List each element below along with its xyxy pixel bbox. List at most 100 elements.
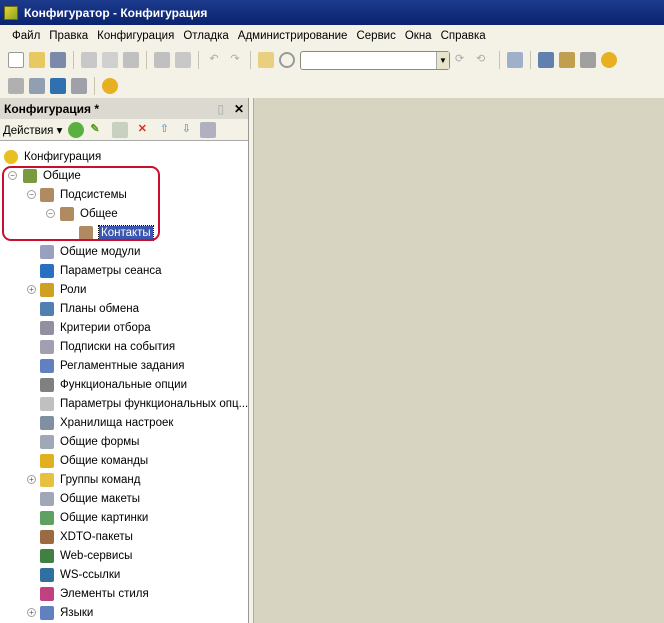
tree-item[interactable]: Подписки на события — [40, 337, 175, 356]
tree-item-icon — [40, 244, 54, 259]
tree-item[interactable]: Хранилища настроек — [40, 413, 173, 432]
new-icon[interactable] — [8, 52, 24, 68]
print-icon[interactable] — [154, 52, 170, 68]
tree-item-icon — [40, 491, 54, 506]
separator — [250, 51, 251, 69]
menu-service[interactable]: Сервис — [356, 30, 395, 42]
tree-item-label: Общие макеты — [60, 492, 141, 505]
menu-configuration[interactable]: Конфигурация — [97, 30, 174, 42]
tree-item-label: Конфигурация — [24, 150, 102, 163]
start-debug-icon[interactable] — [102, 78, 118, 94]
paste-icon[interactable] — [123, 52, 139, 68]
find-in-tree-icon[interactable] — [258, 52, 274, 68]
expand-toggle[interactable]: + — [27, 608, 36, 617]
move-up-icon[interactable]: ⇧ — [156, 122, 172, 138]
add-icon[interactable] — [68, 121, 85, 138]
actions-menu[interactable]: Действия ▾ — [3, 123, 62, 137]
properties-icon[interactable] — [71, 78, 87, 94]
search-icon[interactable] — [279, 52, 295, 68]
pin-icon[interactable]: ▯ — [217, 102, 224, 116]
menu-file[interactable]: Файл — [12, 30, 40, 42]
tree-item[interactable]: WS-ссылки — [40, 565, 120, 584]
preview-icon[interactable] — [175, 52, 191, 68]
title-bar: Конфигуратор - Конфигурация — [0, 0, 664, 25]
tree-item[interactable]: Языки — [40, 603, 93, 622]
tree-item[interactable]: Критерии отбора — [40, 318, 151, 337]
open-icon[interactable] — [29, 52, 45, 68]
menu-edit[interactable]: Правка — [49, 30, 88, 42]
tree-item-icon — [40, 472, 54, 487]
search-input[interactable]: ▼ — [300, 50, 450, 70]
open-config-icon[interactable] — [29, 78, 45, 94]
tree-item[interactable]: Общие модули — [40, 242, 140, 261]
app-icon — [4, 5, 18, 20]
cut-icon[interactable] — [81, 52, 97, 68]
tree-item-label: Общие картинки — [60, 511, 149, 524]
undo-icon[interactable]: ↶ — [206, 52, 222, 68]
tree-item-label: Планы обмена — [60, 302, 139, 315]
move-down-icon[interactable]: ⇩ — [178, 122, 194, 138]
edit-icon[interactable]: ✎ — [90, 122, 106, 138]
tree-item[interactable]: Параметры функциональных опц... — [40, 394, 248, 413]
syntax-helper-icon[interactable] — [580, 52, 596, 68]
tree-item[interactable]: Роли — [40, 280, 86, 299]
menu-administration[interactable]: Администрирование — [238, 30, 348, 42]
tree-item[interactable]: Общие картинки — [40, 508, 148, 527]
info-icon[interactable] — [601, 52, 617, 68]
update-db-icon[interactable] — [50, 78, 66, 94]
menu-windows[interactable]: Окна — [405, 30, 432, 42]
close-icon[interactable]: ✕ — [234, 102, 244, 116]
window-title: Конфигуратор - Конфигурация — [24, 5, 208, 20]
menu-help[interactable]: Справка — [441, 30, 486, 42]
tree-item-icon — [40, 282, 54, 297]
tree-item[interactable]: XDTO-пакеты — [40, 527, 133, 546]
expand-toggle[interactable]: + — [27, 475, 36, 484]
tree-item-label: Web-сервисы — [60, 549, 133, 562]
tree-item-icon — [40, 320, 54, 335]
db-config-icon[interactable] — [8, 78, 24, 94]
tree-item-icon — [40, 358, 54, 373]
tree-item-label: Роли — [60, 283, 87, 296]
save-icon[interactable] — [50, 52, 66, 68]
tree-item-icon — [40, 510, 54, 525]
delete-icon[interactable]: ✕ — [134, 122, 150, 138]
sort-icon[interactable] — [200, 121, 217, 138]
tree-item[interactable]: Элементы стиля — [40, 584, 149, 603]
expand-toggle[interactable]: + — [27, 285, 36, 294]
tree-item[interactable]: Общие команды — [40, 451, 148, 470]
copy-item-icon[interactable] — [112, 121, 129, 138]
tree-item-label: Общие модули — [60, 245, 141, 258]
assistant-icon[interactable] — [538, 52, 554, 68]
tree-item-label: Регламентные задания — [60, 359, 185, 372]
copy-icon[interactable] — [102, 52, 118, 68]
tree-item[interactable]: Параметры сеанса — [40, 261, 162, 280]
separator — [94, 77, 95, 95]
tree-item[interactable]: Общие формы — [40, 432, 139, 451]
tree-item-icon — [40, 339, 54, 354]
tree-item-label: Подписки на события — [60, 340, 176, 353]
tree-item[interactable]: Общие макеты — [40, 489, 140, 508]
tree-item[interactable]: Web-сервисы — [40, 546, 132, 565]
redo-icon[interactable]: ↷ — [227, 52, 243, 68]
menu-debug[interactable]: Отладка — [183, 30, 228, 42]
workspace-area — [253, 98, 664, 623]
tree-item-label: Критерии отбора — [60, 321, 151, 334]
tree-item-label: Группы команд — [60, 473, 141, 486]
tree-item-icon — [40, 415, 54, 430]
tree-item[interactable]: Регламентные задания — [40, 356, 185, 375]
tree-item-icon — [40, 453, 54, 468]
help-search-icon[interactable] — [559, 52, 575, 68]
tree-item-label: Параметры функциональных опц... — [60, 397, 249, 410]
tree-item[interactable]: Функциональные опции — [40, 375, 187, 394]
find-prev-icon[interactable]: ⟲ — [476, 52, 492, 68]
panel-title: Конфигурация * — [4, 101, 100, 116]
chevron-down-icon[interactable]: ▼ — [436, 51, 449, 69]
windows-icon[interactable] — [507, 52, 523, 68]
tree-item-icon — [40, 434, 54, 449]
tree-item[interactable]: Планы обмена — [40, 299, 139, 318]
find-next-icon[interactable]: ⟳ — [455, 52, 471, 68]
tree-item-label: Общие формы — [60, 435, 140, 448]
tree-item[interactable]: Конфигурация — [4, 147, 101, 166]
tree-item[interactable]: Группы команд — [40, 470, 140, 489]
tree-item-label: Элементы стиля — [60, 587, 149, 600]
